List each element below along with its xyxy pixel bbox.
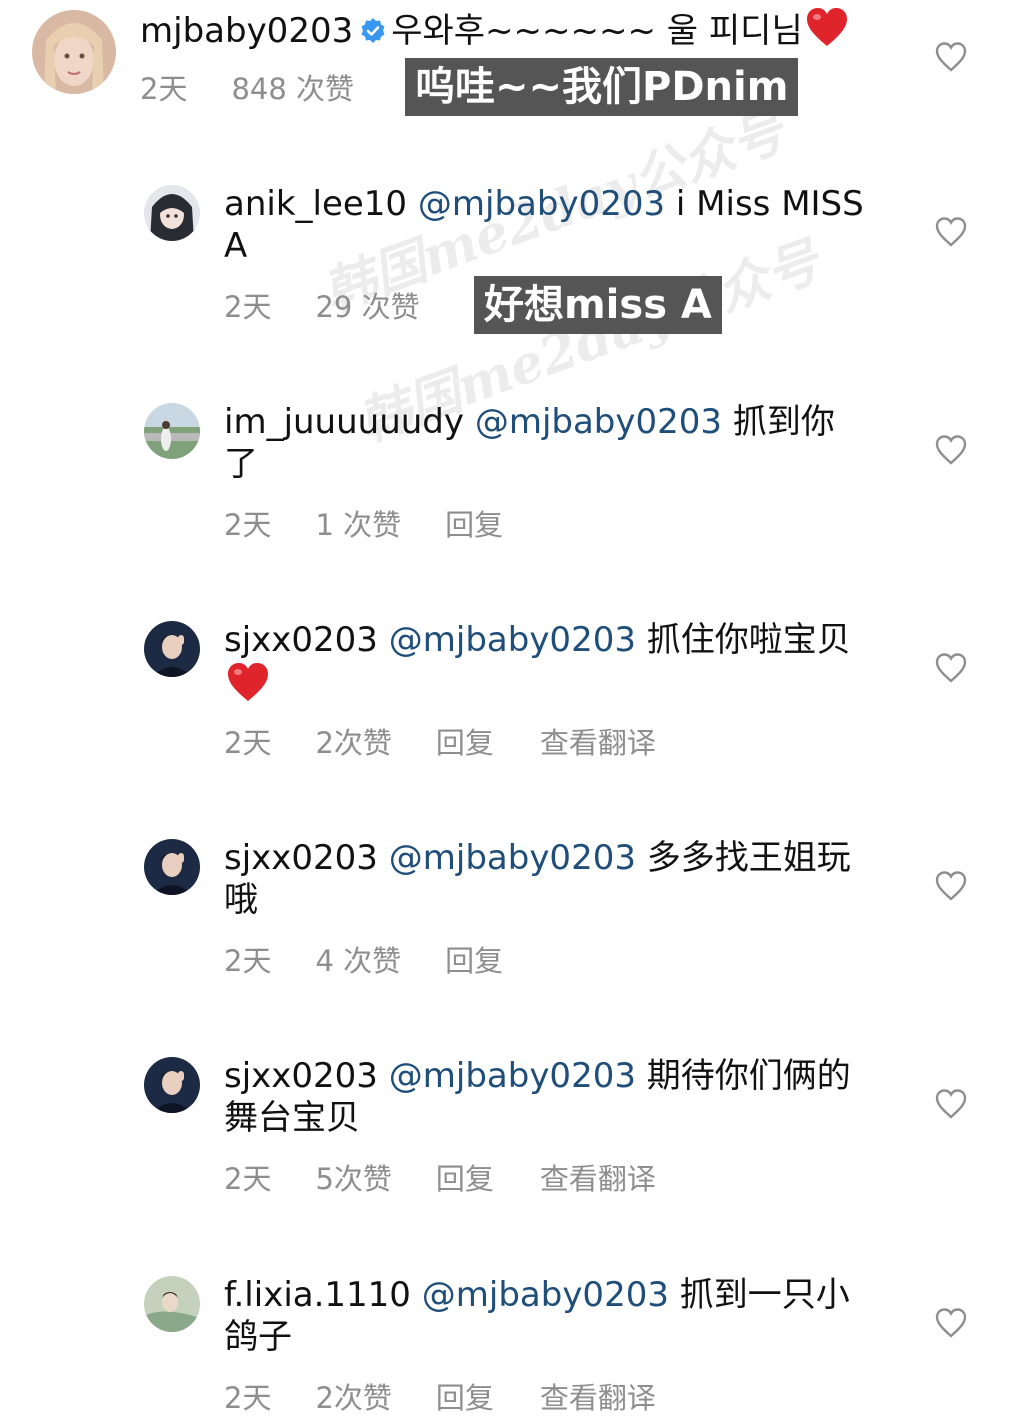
avatar[interactable] (32, 10, 116, 94)
avatar[interactable] (144, 1276, 200, 1332)
red-heart-emoji-icon (806, 8, 847, 46)
mention-link[interactable]: @mjbaby0203 (389, 1056, 636, 1096)
like-heart-icon[interactable] (934, 1306, 968, 1340)
reply-button[interactable]: 回复 (445, 508, 503, 542)
reply-button[interactable]: 回复 (436, 726, 494, 760)
comment-likes-count[interactable]: 1 次赞 (315, 508, 401, 542)
comment-likes-count[interactable]: 848 次赞 (231, 72, 354, 106)
like-heart-icon[interactable] (934, 651, 968, 685)
comment-text: sjxx0203 @mjbaby0203 期待你们俩的舞台宝贝 (224, 1055, 864, 1139)
see-translation-button[interactable]: 查看翻译 (540, 726, 656, 760)
mention-link[interactable]: @mjbaby0203 (422, 1275, 669, 1315)
comment-likes-count[interactable]: 2次赞 (315, 1381, 391, 1415)
reply-button[interactable]: 回复 (436, 1162, 494, 1196)
comment-meta: 2天 2次赞 回复 查看翻译 (224, 1381, 656, 1415)
see-translation-button[interactable]: 查看翻译 (540, 1162, 656, 1196)
mention-link[interactable]: @mjbaby0203 (389, 838, 636, 878)
comment-text: mjbaby0203 우와후~~~~~~ 울 피디님 (140, 6, 900, 52)
comment-time: 2天 (224, 1381, 272, 1415)
comment-time: 2天 (140, 72, 188, 106)
comment-time: 2天 (224, 290, 272, 324)
mention-link[interactable]: @mjbaby0203 (389, 620, 636, 660)
like-heart-icon[interactable] (934, 1087, 968, 1121)
mention-link[interactable]: @mjbaby0203 (418, 184, 665, 224)
comment-username[interactable]: sjxx0203 (224, 838, 378, 878)
verified-badge-icon (361, 18, 385, 43)
translation-caption: 呜哇~~我们PDnim (405, 58, 799, 116)
comment-text: sjxx0203 @mjbaby0203 抓住你啦宝贝 (224, 619, 864, 707)
comment-time: 2天 (224, 944, 272, 978)
red-heart-emoji-icon (228, 663, 268, 701)
see-translation-button[interactable]: 查看翻译 (540, 1381, 656, 1415)
comment-username[interactable]: im_juuuuuudy (224, 402, 464, 442)
comment-text: f.lixia.1110 @mjbaby0203 抓到一只小鸽子 (224, 1274, 874, 1358)
comment-meta: 2天 1 次赞 回复 (224, 508, 549, 542)
comment-likes-count[interactable]: 5次赞 (315, 1162, 391, 1196)
comment-meta: 2天 848 次赞 (140, 72, 398, 106)
comment-time: 2天 (224, 508, 272, 542)
comment-text: im_juuuuuudy @mjbaby0203 抓到你了 (224, 401, 864, 485)
comment-meta: 2天 2次赞 回复 查看翻译 (224, 726, 656, 760)
comment-text: sjxx0203 @mjbaby0203 多多找王姐玩哦 (224, 837, 864, 921)
comment-meta: 2天 5次赞 回复 查看翻译 (224, 1162, 656, 1196)
avatar[interactable] (144, 839, 200, 895)
like-heart-icon[interactable] (934, 40, 968, 74)
comment-meta: 2天 4 次赞 回复 (224, 944, 549, 978)
like-heart-icon[interactable] (934, 215, 968, 249)
reply-button[interactable]: 回复 (436, 1381, 494, 1415)
comment-username[interactable]: mjbaby0203 (140, 11, 353, 51)
like-heart-icon[interactable] (934, 869, 968, 903)
avatar[interactable] (144, 621, 200, 677)
comment-likes-count[interactable]: 4 次赞 (315, 944, 401, 978)
comment-time: 2天 (224, 726, 272, 760)
comment-time: 2天 (224, 1162, 272, 1196)
comment-username[interactable]: anik_lee10 (224, 184, 407, 224)
like-heart-icon[interactable] (934, 433, 968, 467)
comment-username[interactable]: sjxx0203 (224, 620, 378, 660)
comment-body: 우와후~~~~~~ 울 피디님 (391, 11, 803, 51)
comment-username[interactable]: sjxx0203 (224, 1056, 378, 1096)
avatar[interactable] (144, 403, 200, 459)
translation-caption: 好想miss A (474, 276, 722, 334)
mention-link[interactable]: @mjbaby0203 (475, 402, 722, 442)
avatar[interactable] (144, 185, 200, 241)
comment-username[interactable]: f.lixia.1110 (224, 1275, 411, 1315)
comment-body: 抓住你啦宝贝 (646, 620, 851, 660)
comment-meta: 2天 29 次赞 (224, 290, 464, 324)
reply-button[interactable]: 回复 (445, 944, 503, 978)
comment-text: anik_lee10 @mjbaby0203 i Miss MISS A (224, 183, 894, 267)
avatar[interactable] (144, 1057, 200, 1113)
comment-likes-count[interactable]: 2次赞 (315, 726, 391, 760)
comment-likes-count[interactable]: 29 次赞 (315, 290, 419, 324)
